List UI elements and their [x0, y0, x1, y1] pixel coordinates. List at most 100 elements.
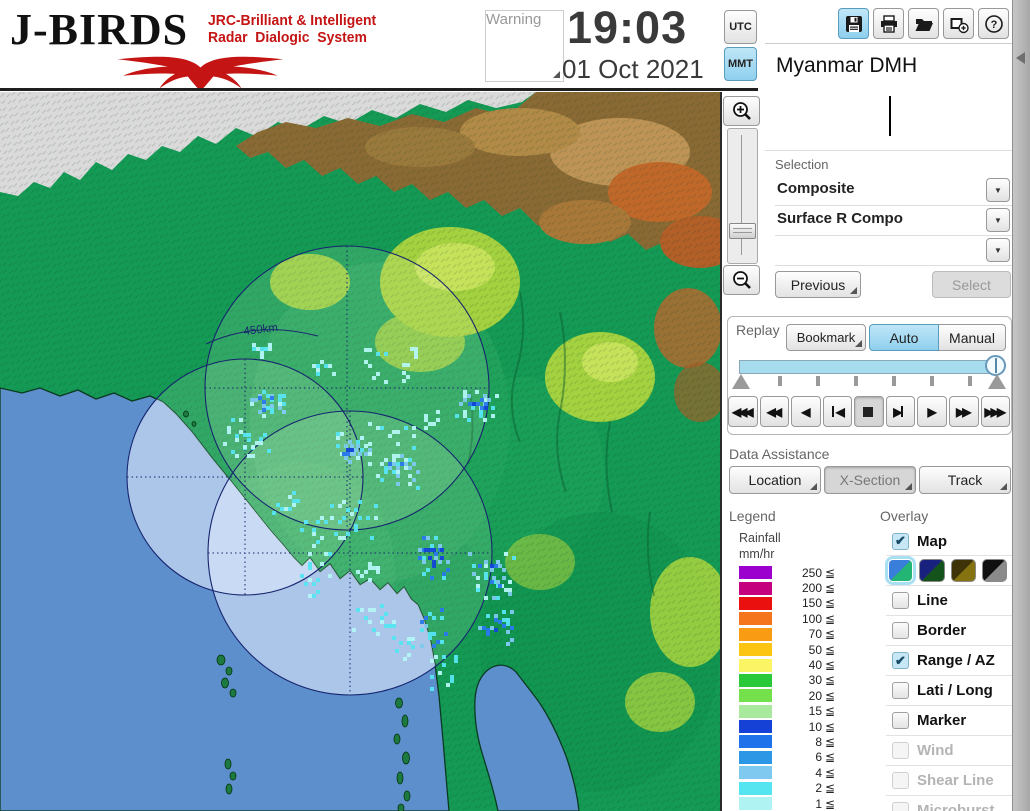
slider-tick — [778, 376, 782, 386]
dropdown-arrow-icon[interactable]: ▼ — [986, 208, 1010, 232]
play-button[interactable]: ▶ — [917, 396, 947, 427]
manual-button[interactable]: Manual — [939, 324, 1006, 351]
overlay-item-label: Line — [917, 592, 948, 609]
overlay-row-lati-long[interactable]: Lati / Long — [886, 675, 1013, 705]
timezone-mmt-button[interactable]: MMT — [724, 47, 757, 81]
legend-label: Legend — [729, 508, 776, 524]
slider-tick — [892, 376, 896, 386]
screenshot-add-button[interactable] — [943, 8, 974, 39]
legend-operator: ≦ — [825, 658, 836, 673]
overlay-row-shear-line[interactable]: Shear Line — [886, 765, 1013, 795]
panel-collapse-strip[interactable] — [1012, 0, 1030, 811]
overlay-row-wind[interactable]: Wind — [886, 735, 1013, 765]
selection-dropdown-2[interactable]: ▼ — [775, 236, 1012, 266]
radar-map-area[interactable]: 450km — [0, 92, 740, 811]
overlay-row-microburst[interactable]: Microburst — [886, 795, 1013, 811]
svg-text:?: ? — [990, 19, 997, 31]
zoom-out-icon — [732, 271, 751, 289]
overlay-item-label: Map — [917, 532, 947, 550]
x-section-button[interactable]: X-Section — [824, 466, 916, 494]
clock-time: 19:03 — [567, 2, 688, 53]
warning-button[interactable]: Warning — [485, 10, 564, 82]
overlay-item-label: Microburst — [917, 802, 995, 811]
overlay-row-border[interactable]: Border — [886, 615, 1013, 645]
dropdown-arrow-icon[interactable]: ▼ — [986, 238, 1010, 262]
legend-operator: ≦ — [825, 688, 836, 703]
overlay-row-range-az[interactable]: ✔ Range / AZ — [886, 645, 1013, 675]
checkbox[interactable] — [892, 592, 909, 609]
save-button[interactable] — [838, 8, 869, 39]
legend-row: 40 ≦ — [739, 657, 835, 672]
zoom-in-button[interactable] — [723, 96, 760, 126]
overlay-row-line[interactable]: Line — [886, 585, 1013, 615]
replay-slider-track[interactable] — [739, 360, 1001, 374]
map-style-swatch-3[interactable] — [981, 559, 1007, 582]
legend-color-chip — [739, 581, 772, 595]
legend-value: 100 — [801, 611, 822, 626]
step-back-button[interactable]: ◀ — [822, 396, 853, 427]
rewind-triple-button[interactable]: ◀◀◀ — [728, 396, 758, 427]
timezone-utc-button[interactable]: UTC — [724, 10, 757, 44]
screenshot-add-icon — [950, 17, 969, 33]
help-button[interactable]: ? — [978, 8, 1009, 39]
location-button[interactable]: Location — [729, 466, 821, 494]
map-style-swatch-1[interactable] — [919, 559, 945, 582]
checkbox[interactable]: ✔ — [892, 652, 909, 669]
zoom-slider-track[interactable] — [727, 128, 758, 264]
legend-color-chip — [739, 612, 772, 626]
legend-operator: ≦ — [825, 596, 836, 611]
checkbox[interactable] — [892, 712, 909, 729]
forward-triple-button[interactable]: ▶▶▶ — [980, 396, 1011, 427]
dropdown-arrow-icon[interactable]: ▼ — [986, 178, 1010, 202]
select-button[interactable]: Select — [932, 271, 1011, 298]
rewind-double-button[interactable]: ◀◀ — [759, 396, 790, 427]
toolbar-divider — [765, 43, 1012, 44]
overlay-item-label: Wind — [917, 742, 954, 759]
legend-operator: ≦ — [825, 581, 836, 596]
play-reverse-button[interactable]: ◀ — [791, 396, 821, 427]
replay-slider-handle[interactable] — [985, 355, 1006, 376]
legend-value: 15 — [808, 704, 822, 719]
legend-operator: ≦ — [825, 704, 836, 719]
zoom-out-button[interactable] — [723, 265, 760, 295]
checkbox[interactable] — [892, 682, 909, 699]
panel-collapse-arrow-icon[interactable] — [1016, 52, 1025, 64]
checkbox[interactable] — [892, 802, 909, 811]
data-assistance-label: Data Assistance — [729, 446, 830, 462]
legend-value: 200 — [801, 581, 822, 596]
selection-dropdowns: Composite ▼ Surface R Compo ▼ ▼ — [775, 176, 1012, 266]
overlay-row-map[interactable]: ✔ Map — [886, 527, 1013, 555]
legend-scale: 250 ≦ 200 ≦ 150 ≦ 100 ≦ 70 ≦ 50 ≦ 40 ≦ 30 ≦ 20 ≦ 15 ≦ 10 ≦ 8 ≦ 6… — [739, 565, 835, 811]
dropdown-value: Composite — [777, 180, 855, 197]
legend-row: 6 ≦ — [739, 750, 835, 765]
selection-dropdown-1[interactable]: Surface R Compo ▼ — [775, 206, 1012, 236]
legend-row: 4 ≦ — [739, 765, 835, 780]
zoom-slider-handle[interactable] — [729, 223, 756, 239]
previous-button[interactable]: Previous — [775, 271, 861, 298]
stop-button[interactable] — [854, 396, 884, 427]
checkbox[interactable]: ✔ — [892, 532, 909, 550]
auto-button[interactable]: Auto — [869, 324, 939, 351]
open-folder-button[interactable] — [908, 8, 939, 39]
map-style-swatch-0[interactable] — [888, 559, 914, 582]
step-forward-button[interactable]: ▶ — [885, 396, 916, 427]
radar-map[interactable]: 450km — [0, 92, 740, 811]
slider-start-marker[interactable] — [732, 374, 750, 389]
legend-operator: ≦ — [825, 719, 836, 734]
legend-operator: ≦ — [825, 734, 836, 749]
print-button[interactable] — [873, 8, 904, 39]
legend-row: 70 ≦ — [739, 627, 835, 642]
slider-end-marker[interactable] — [988, 374, 1006, 389]
legend-value: 150 — [801, 596, 822, 611]
track-button[interactable]: Track — [919, 466, 1011, 494]
overlay-item-label: Marker — [917, 712, 967, 729]
forward-double-button[interactable]: ▶▶ — [948, 396, 979, 427]
legend-value: 30 — [808, 673, 822, 688]
checkbox[interactable] — [892, 742, 909, 759]
overlay-row-marker[interactable]: Marker — [886, 705, 1013, 735]
bookmark-button[interactable]: Bookmark — [786, 324, 866, 351]
checkbox[interactable] — [892, 622, 909, 639]
selection-dropdown-0[interactable]: Composite ▼ — [775, 176, 1012, 206]
map-style-swatch-2[interactable] — [950, 559, 976, 582]
checkbox[interactable] — [892, 772, 909, 789]
